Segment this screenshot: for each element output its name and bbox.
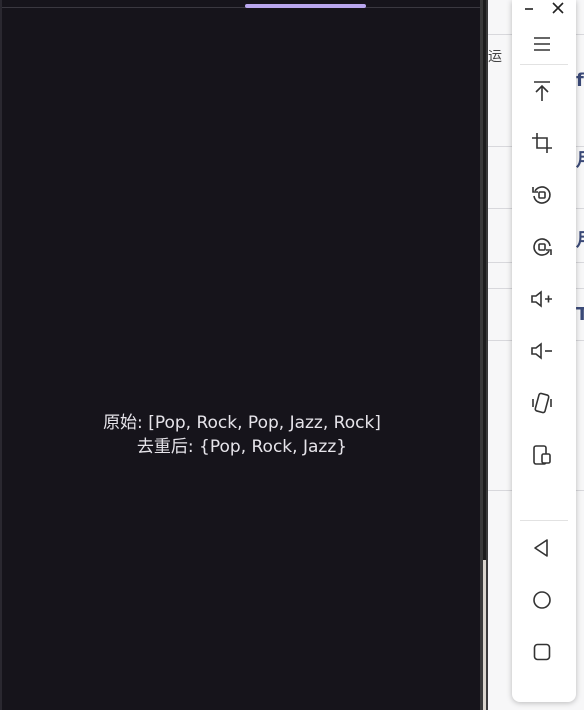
ide-text-fragment: 月 [576,146,584,172]
back-icon[interactable] [526,532,558,564]
overview-icon[interactable] [526,636,558,668]
toolbar-separator [520,520,568,521]
screenshot-device-icon[interactable] [526,439,558,471]
home-icon[interactable] [526,584,558,616]
device-screen[interactable]: 原始: [Pop, Rock, Pop, Jazz, Rock] 去重后: {P… [0,0,480,710]
emulator-toolbar [512,0,576,702]
output-deduplicated: 去重后: {Pop, Rock, Jazz} [136,437,348,457]
volume-up-icon[interactable] [526,283,558,315]
ide-text-fragment: 月 [576,226,584,252]
status-divider [2,7,480,8]
ide-tab-fragment: 运 [488,49,502,65]
rotate-right-icon[interactable] [526,231,558,263]
pin-top-icon[interactable] [526,75,558,107]
volume-down-icon[interactable] [526,335,558,367]
close-icon[interactable] [548,0,568,16]
ide-text-fragment: T [576,304,584,325]
shake-icon[interactable] [526,387,558,419]
output-original: 原始: [Pop, Rock, Pop, Jazz, Rock] [103,413,381,433]
ide-text-fragment: f [576,70,584,91]
rotate-left-icon[interactable] [526,179,558,211]
crop-icon[interactable] [526,127,558,159]
window-divider-dark [483,0,486,560]
menu-icon[interactable] [526,28,558,60]
minimize-icon[interactable] [519,0,539,16]
window-divider-light [483,560,486,710]
toolbar-separator [520,64,568,65]
top-indicator [245,4,366,8]
